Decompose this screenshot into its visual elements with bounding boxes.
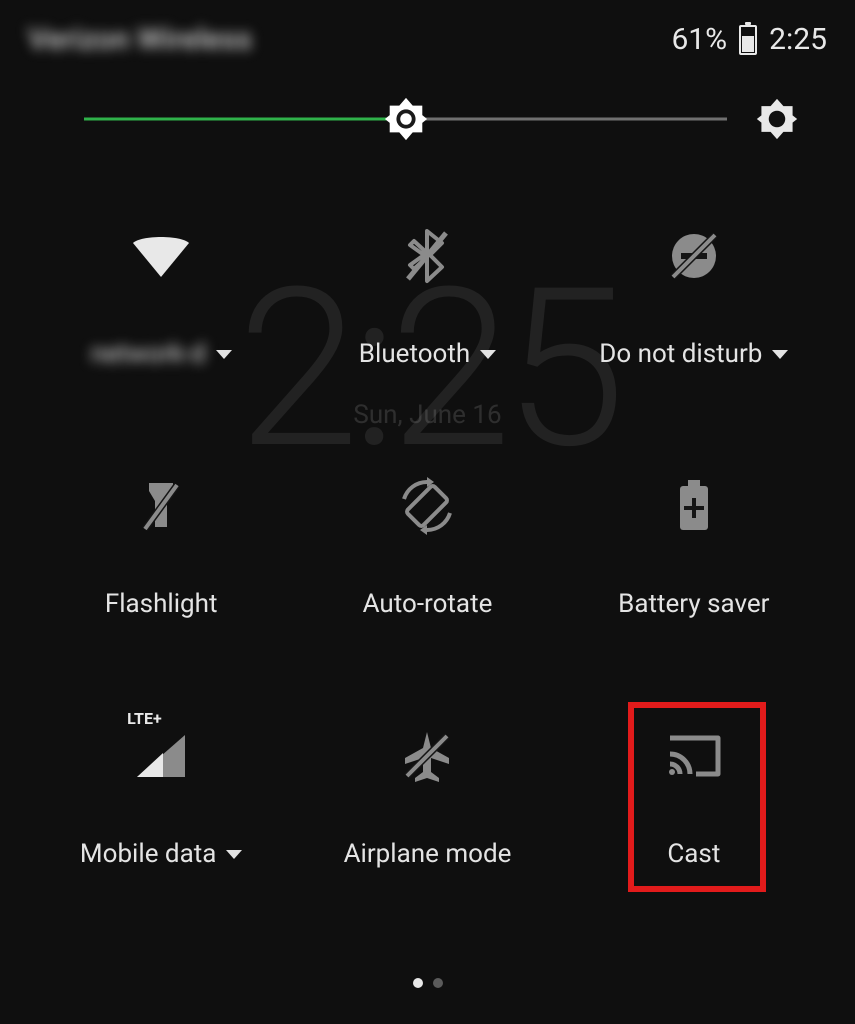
tile-airplane-label-row: Airplane mode bbox=[344, 839, 512, 869]
tile-mobile-data[interactable]: LTE+ Mobile data bbox=[28, 701, 294, 951]
tile-mobile-data-label-row[interactable]: Mobile data bbox=[80, 839, 242, 869]
tile-battery-saver-label: Battery saver bbox=[618, 589, 769, 619]
cast-icon bbox=[664, 711, 724, 801]
network-badge: LTE+ bbox=[127, 709, 162, 728]
tile-cast[interactable]: Cast bbox=[561, 701, 827, 951]
page-dot-1[interactable] bbox=[413, 978, 423, 988]
page-indicator[interactable] bbox=[413, 978, 443, 988]
tiles-grid: network-d Bluetooth bbox=[28, 201, 827, 951]
brightness-row bbox=[28, 97, 827, 141]
tile-battery-saver[interactable]: Battery saver bbox=[561, 451, 827, 701]
tile-airplane[interactable]: Airplane mode bbox=[294, 701, 560, 951]
slider-fill bbox=[84, 118, 406, 121]
tile-wifi-label: network-d bbox=[91, 339, 206, 369]
slider-thumb[interactable] bbox=[383, 96, 429, 142]
tile-dnd[interactable]: Do not disturb bbox=[561, 201, 827, 451]
battery-percent: 61% bbox=[671, 22, 727, 57]
status-clock: 2:25 bbox=[769, 22, 827, 57]
status-bar: Verizon Wireless 61% 2:25 bbox=[28, 22, 827, 57]
chevron-down-icon bbox=[216, 350, 232, 359]
chevron-down-icon bbox=[480, 350, 496, 359]
autorotate-icon bbox=[396, 461, 458, 551]
tile-mobile-data-label: Mobile data bbox=[80, 839, 216, 869]
tile-cast-label-row: Cast bbox=[667, 839, 720, 869]
battery-level bbox=[742, 36, 754, 52]
chevron-down-icon bbox=[226, 850, 242, 859]
tile-dnd-label-row[interactable]: Do not disturb bbox=[599, 339, 788, 369]
wifi-icon bbox=[129, 211, 193, 301]
tile-flashlight-label-row: Flashlight bbox=[105, 589, 218, 619]
tile-bluetooth[interactable]: Bluetooth bbox=[294, 201, 560, 451]
status-right: 61% 2:25 bbox=[671, 22, 827, 57]
tile-cast-label: Cast bbox=[667, 839, 720, 869]
tile-dnd-label: Do not disturb bbox=[599, 339, 762, 369]
tile-airplane-label: Airplane mode bbox=[344, 839, 512, 869]
bluetooth-off-icon bbox=[402, 211, 452, 301]
brightness-thumb-icon bbox=[383, 96, 429, 142]
dnd-off-icon bbox=[667, 211, 721, 301]
tile-bluetooth-label: Bluetooth bbox=[359, 339, 470, 369]
page-dot-2[interactable] bbox=[433, 978, 443, 988]
airplane-off-icon bbox=[399, 711, 455, 801]
battery-icon bbox=[739, 25, 757, 55]
tile-flashlight[interactable]: Flashlight bbox=[28, 451, 294, 701]
tile-autorotate-label-row: Auto-rotate bbox=[363, 589, 493, 619]
tile-battery-saver-label-row: Battery saver bbox=[618, 589, 769, 619]
tile-autorotate-label: Auto-rotate bbox=[363, 589, 493, 619]
tile-bluetooth-label-row[interactable]: Bluetooth bbox=[359, 339, 496, 369]
tile-flashlight-label: Flashlight bbox=[105, 589, 218, 619]
carrier-label: Verizon Wireless bbox=[28, 22, 252, 57]
signal-icon: LTE+ bbox=[133, 711, 189, 801]
battery-saver-icon bbox=[676, 461, 712, 551]
flashlight-off-icon bbox=[139, 461, 183, 551]
tile-autorotate[interactable]: Auto-rotate bbox=[294, 451, 560, 701]
tile-wifi[interactable]: network-d bbox=[28, 201, 294, 451]
brightness-max-icon[interactable] bbox=[755, 97, 799, 141]
tile-wifi-label-row[interactable]: network-d bbox=[91, 339, 232, 369]
chevron-down-icon bbox=[772, 350, 788, 359]
brightness-slider[interactable] bbox=[84, 97, 727, 141]
quick-settings-panel: Verizon Wireless 61% 2:25 bbox=[0, 0, 855, 1024]
